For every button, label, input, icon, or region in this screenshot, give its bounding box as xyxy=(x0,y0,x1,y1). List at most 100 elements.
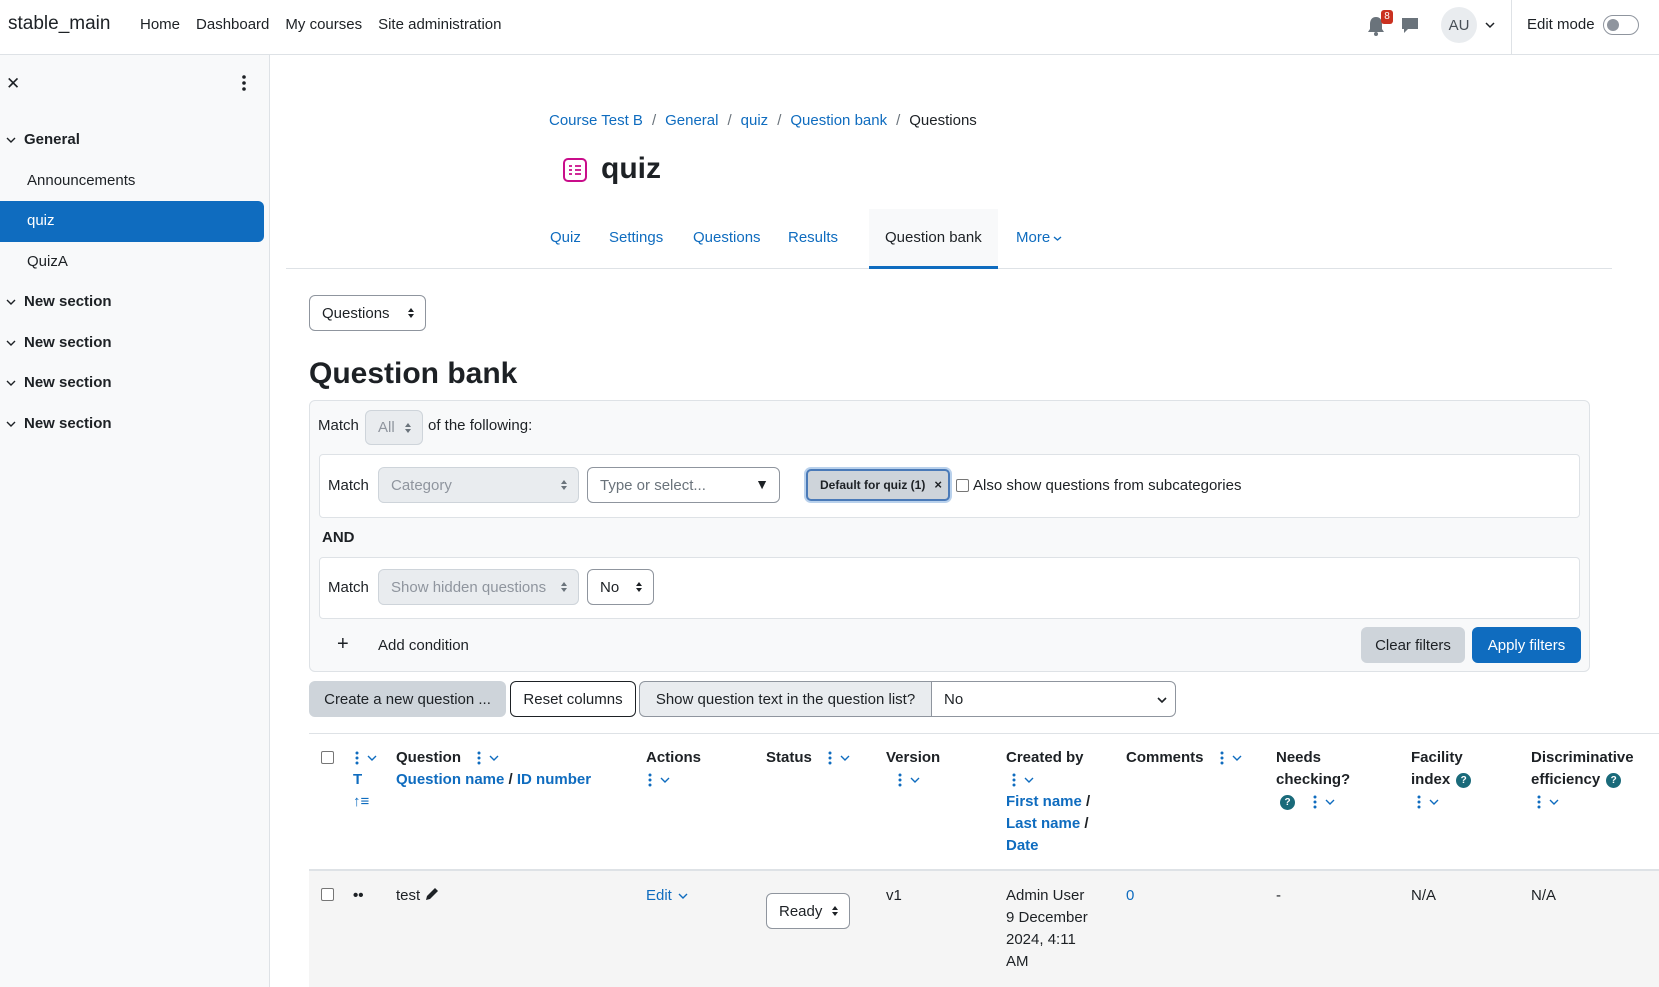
category-autocomplete-input[interactable]: Type or select... ▼ xyxy=(587,467,780,503)
show-question-text-select[interactable]: No xyxy=(931,681,1176,717)
breadcrumb-course[interactable]: Course Test B xyxy=(549,112,643,129)
triangle-down-icon: ▼ xyxy=(755,476,769,492)
row-select-checkbox[interactable] xyxy=(321,888,334,901)
tab-results[interactable]: Results xyxy=(788,209,838,269)
condition-field-select[interactable]: Category xyxy=(378,467,579,503)
section-label: New section xyxy=(24,293,112,310)
breadcrumb-question-bank[interactable]: Question bank xyxy=(790,112,887,129)
sort-first-name-link[interactable]: First name xyxy=(1006,793,1082,810)
kebab-menu-icon[interactable] xyxy=(475,750,483,766)
pencil-icon[interactable] xyxy=(424,886,440,902)
site-brand[interactable]: stable_main xyxy=(8,13,110,35)
nav-home[interactable]: Home xyxy=(140,16,180,33)
status-select[interactable]: Ready xyxy=(766,893,850,929)
tab-more[interactable]: More xyxy=(1016,209,1062,269)
clear-filters-button[interactable]: Clear filters xyxy=(1361,627,1465,663)
selected-category-chip[interactable]: Default for quiz (1) × xyxy=(806,469,950,501)
chevron-down-icon xyxy=(1053,236,1062,241)
primary-nav: Home Dashboard My courses Site administr… xyxy=(140,16,502,33)
subcategories-checkbox[interactable] xyxy=(956,479,969,492)
comments-count-link[interactable]: 0 xyxy=(1126,885,1134,907)
help-icon[interactable]: ? xyxy=(1606,772,1622,788)
nav-my-courses[interactable]: My courses xyxy=(285,16,362,33)
chevron-down-icon[interactable] xyxy=(660,776,670,784)
kebab-menu-icon[interactable] xyxy=(238,73,250,93)
col-actions-header: Actions xyxy=(646,747,701,791)
filter-condition-hidden: Match Show hidden questions No xyxy=(319,557,1580,619)
chevron-down-icon[interactable] xyxy=(367,754,377,762)
breadcrumb-section[interactable]: General xyxy=(665,112,718,129)
sort-id-number-link[interactable]: ID number xyxy=(517,771,591,788)
tab-quiz[interactable]: Quiz xyxy=(550,209,581,269)
chevron-down-icon[interactable] xyxy=(1024,776,1034,784)
sort-date-link[interactable]: Date xyxy=(1006,835,1090,857)
kebab-menu-icon[interactable] xyxy=(1311,794,1319,810)
tab-settings[interactable]: Settings xyxy=(609,209,663,269)
breadcrumb-separator: / xyxy=(777,112,782,129)
section-new-section[interactable]: New section xyxy=(6,374,112,391)
plus-icon[interactable]: + xyxy=(337,634,349,654)
reset-columns-button[interactable]: Reset columns xyxy=(510,681,636,717)
chip-label: Default for quiz (1) xyxy=(820,478,926,492)
condition-field-select[interactable]: Show hidden questions xyxy=(378,569,579,605)
close-icon[interactable]: ✕ xyxy=(6,74,20,94)
sort-last-name-link[interactable]: Last name xyxy=(1006,815,1080,832)
sort-type-link[interactable]: T xyxy=(353,769,377,791)
help-icon[interactable]: ? xyxy=(1456,772,1472,788)
select-value: Ready xyxy=(779,902,823,920)
apply-filters-button[interactable]: Apply filters xyxy=(1472,627,1581,663)
drag-handle-icon[interactable]: •• xyxy=(353,885,364,907)
chevron-down-icon[interactable] xyxy=(910,776,920,784)
discrimination-cell: N/A xyxy=(1531,887,1557,904)
section-general[interactable]: General xyxy=(6,131,80,148)
chevron-down-icon[interactable] xyxy=(1484,20,1496,30)
hidden-questions-value-select[interactable]: No xyxy=(587,569,654,605)
sort-question-name-link[interactable]: Question name xyxy=(396,771,504,788)
kebab-menu-icon[interactable] xyxy=(896,772,904,788)
tab-questions[interactable]: Questions xyxy=(693,209,761,269)
select-all-checkbox[interactable] xyxy=(321,751,334,764)
kebab-menu-icon[interactable] xyxy=(646,772,654,788)
kebab-menu-icon[interactable] xyxy=(353,750,361,766)
nav-dashboard[interactable]: Dashboard xyxy=(196,16,269,33)
kebab-menu-icon[interactable] xyxy=(1415,794,1423,810)
tab-question-bank[interactable]: Question bank xyxy=(869,209,998,269)
kebab-menu-icon[interactable] xyxy=(826,750,834,766)
sort-ascending-icon[interactable]: ↑≡ xyxy=(353,791,377,813)
sidebar-item-quiz[interactable]: quiz xyxy=(0,201,264,242)
input-placeholder: Type or select... xyxy=(600,476,706,494)
sidebar-item-announcements[interactable]: Announcements xyxy=(27,172,135,189)
add-condition-button[interactable]: Add condition xyxy=(378,637,469,654)
row-edit-menu[interactable]: Edit xyxy=(646,885,688,907)
user-avatar[interactable]: AU xyxy=(1441,7,1477,43)
chevron-down-icon[interactable] xyxy=(1549,798,1559,806)
kebab-menu-icon[interactable] xyxy=(1218,750,1226,766)
kebab-menu-icon[interactable] xyxy=(1010,772,1018,788)
select-arrows-icon xyxy=(561,582,567,592)
sidebar-item-quiza[interactable]: QuizA xyxy=(27,253,68,270)
section-new-section[interactable]: New section xyxy=(6,334,112,351)
chevron-down-icon[interactable] xyxy=(1232,754,1242,762)
filter-condition-category: Match Category Type or select... ▼ Defau… xyxy=(319,454,1580,518)
col-actions-label: Actions xyxy=(646,749,702,766)
edit-mode-toggle[interactable] xyxy=(1603,15,1639,35)
match-type-select[interactable]: All xyxy=(365,410,423,445)
section-new-section[interactable]: New section xyxy=(6,293,112,310)
secondary-nav-tabs: Quiz Settings Questions Results Question… xyxy=(286,209,1612,269)
chevron-down-icon[interactable] xyxy=(489,754,499,762)
chevron-down-icon[interactable] xyxy=(1429,798,1439,806)
question-bank-view-select[interactable]: Questions xyxy=(309,295,426,331)
chip-remove-icon[interactable]: × xyxy=(934,477,942,492)
section-new-section[interactable]: New section xyxy=(6,415,112,432)
col-version-label: Version xyxy=(886,749,941,766)
messages-icon[interactable] xyxy=(1400,15,1420,35)
create-new-question-button[interactable]: Create a new question ... xyxy=(309,681,506,717)
kebab-menu-icon[interactable] xyxy=(1535,794,1543,810)
nav-site-administration[interactable]: Site administration xyxy=(378,16,501,33)
chevron-down-icon[interactable] xyxy=(1325,798,1335,806)
needs-checking-cell: - xyxy=(1276,887,1281,904)
breadcrumb-activity[interactable]: quiz xyxy=(741,112,769,129)
help-icon[interactable]: ? xyxy=(1280,794,1295,810)
chevron-down-icon[interactable] xyxy=(840,754,850,762)
created-date-line: 2024, 4:11 xyxy=(1006,931,1076,948)
